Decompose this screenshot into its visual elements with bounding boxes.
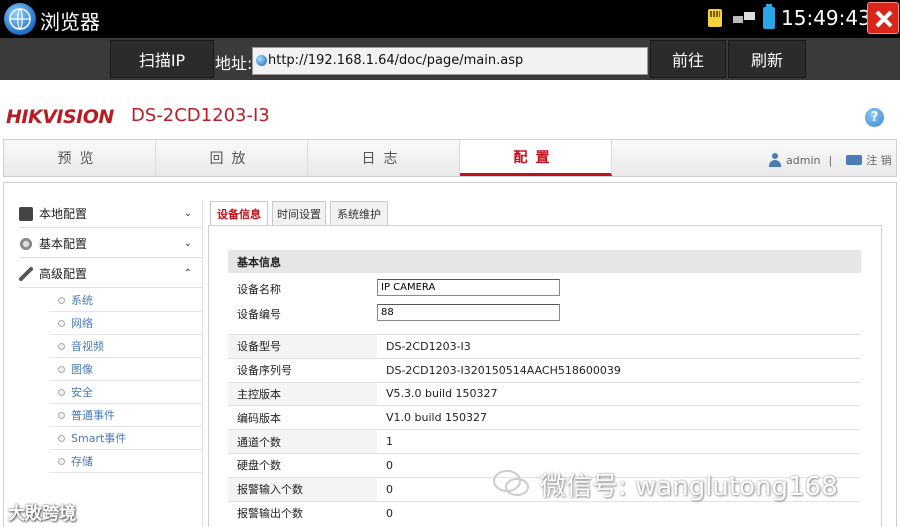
- url-text: http://192.168.1.64/doc/page/main.asp: [268, 53, 524, 68]
- brand-logo: HIKVISION: [6, 106, 114, 128]
- scan-ip-button[interactable]: 扫描IP: [110, 40, 214, 78]
- bullet-icon: [58, 434, 65, 442]
- row-value: 1: [377, 429, 861, 454]
- device-number-label: 设备编号: [237, 308, 281, 321]
- sidebar-item-network[interactable]: 网络: [50, 312, 202, 335]
- bullet-icon: [58, 296, 65, 304]
- bullet-icon: [58, 411, 65, 419]
- chevron-down-icon: ⌄: [183, 208, 192, 219]
- sidebar-group-label: 本地配置: [39, 207, 88, 221]
- main-nav: 预览 回放 日志 配置 admin | 注 销: [3, 139, 897, 177]
- device-name-label: 设备名称: [237, 283, 281, 296]
- sidebar-item-system[interactable]: 系统: [50, 289, 202, 312]
- row-value: V5.3.0 build 150327: [377, 381, 861, 406]
- bullet-icon: [58, 457, 65, 465]
- sidebar-group-basic[interactable]: 基本配置 ⌄: [19, 230, 202, 258]
- sidebar-item-events[interactable]: 普通事件: [50, 404, 202, 427]
- table-row: 主控版本 V5.3.0 build 150327: [228, 381, 861, 406]
- sidebar-item-image[interactable]: 图像: [50, 358, 202, 381]
- table-row: 通道个数 1: [228, 429, 861, 454]
- tab-config[interactable]: 配置: [460, 140, 612, 176]
- globe-icon: [256, 55, 267, 66]
- nav-separator: |: [828, 153, 833, 167]
- table-row: 报警输出个数 0: [228, 500, 861, 525]
- sidebar-item-label: 存储: [71, 455, 93, 468]
- sidebar-item-label: 普通事件: [71, 409, 115, 422]
- url-input[interactable]: http://192.168.1.64/doc/page/main.asp: [252, 47, 648, 75]
- sidebar-group-label: 基本配置: [39, 237, 88, 251]
- subtab-device-info[interactable]: 设备信息: [210, 201, 268, 225]
- sidebar-item-label: Smart事件: [71, 432, 127, 445]
- section-title: 基本信息: [228, 250, 861, 273]
- sidebar-item-audio-video[interactable]: 音视频: [50, 335, 202, 358]
- monitor-icon: [19, 206, 33, 221]
- sd-card-icon: [708, 9, 722, 27]
- help-icon[interactable]: ?: [865, 108, 884, 127]
- row-key: 通道个数: [228, 429, 377, 454]
- watermark-right: 微信号: wanglutong168: [540, 472, 838, 502]
- close-button[interactable]: [867, 2, 899, 34]
- sidebar-group-label: 高级配置: [39, 267, 88, 281]
- table-row: 编码版本 V1.0 build 150327: [228, 405, 861, 430]
- sidebar-group-local[interactable]: 本地配置 ⌄: [19, 200, 202, 228]
- table-row: 设备型号 DS-2CD1203-I3: [228, 334, 861, 359]
- tab-log[interactable]: 日志: [308, 140, 460, 176]
- clock: 15:49:43: [781, 6, 871, 30]
- go-button[interactable]: 前往: [650, 40, 726, 78]
- bullet-icon: [58, 365, 65, 373]
- sidebar-item-smart-events[interactable]: Smart事件: [50, 427, 202, 450]
- logout-icon[interactable]: [846, 155, 863, 165]
- row-value: V1.0 build 150327: [377, 405, 861, 430]
- row-key: 编码版本: [228, 405, 377, 430]
- username: admin: [786, 153, 821, 167]
- wechat-icon: [493, 470, 529, 496]
- sidebar-item-label: 图像: [71, 363, 93, 376]
- status-bar: 浏览器 15:49:43: [0, 0, 900, 38]
- network-icon: [733, 12, 755, 23]
- row-key: 报警输出个数: [228, 500, 377, 525]
- refresh-button[interactable]: 刷新: [728, 40, 806, 78]
- logout-link[interactable]: 注 销: [866, 152, 892, 168]
- row-key: 硬盘个数: [228, 452, 377, 478]
- browser-app-icon: [4, 3, 36, 35]
- device-number-input[interactable]: [377, 304, 560, 321]
- subtab-time-settings[interactable]: 时间设置: [272, 201, 326, 225]
- row-value: DS-2CD1203-I3: [377, 334, 861, 359]
- sidebar-item-storage[interactable]: 存储: [50, 450, 202, 473]
- tab-preview[interactable]: 预览: [4, 140, 156, 176]
- wrench-icon: [19, 266, 33, 281]
- row-value: 0: [377, 500, 861, 525]
- watermark-left: 大敗跨境: [8, 504, 76, 524]
- row-key: 设备型号: [228, 334, 377, 359]
- row-value: DS-2CD1203-I320150514AACH518600039: [377, 357, 861, 383]
- chevron-up-icon: ⌃: [183, 268, 192, 279]
- row-key: 设备序列号: [228, 357, 377, 383]
- bullet-icon: [58, 319, 65, 327]
- bullet-icon: [58, 342, 65, 350]
- device-model-title: DS-2CD1203-I3: [131, 105, 270, 126]
- device-name-input[interactable]: [377, 279, 560, 296]
- sidebar-item-label: 安全: [71, 386, 93, 399]
- tab-playback[interactable]: 回放: [156, 140, 308, 176]
- row-key: 主控版本: [228, 381, 377, 406]
- table-row: 设备序列号 DS-2CD1203-I320150514AACH518600039: [228, 357, 861, 383]
- app-title: 浏览器: [40, 10, 100, 34]
- chevron-down-icon: ⌄: [183, 238, 192, 249]
- bullet-icon: [58, 388, 65, 396]
- battery-icon: [763, 4, 775, 29]
- sidebar-group-advanced[interactable]: 高级配置 ⌃: [19, 260, 202, 288]
- user-icon: [768, 153, 782, 167]
- toolbar-spacer: [808, 38, 900, 80]
- address-label: 地址:: [215, 54, 253, 73]
- row-key: 报警输入个数: [228, 476, 377, 502]
- sidebar-item-label: 网络: [71, 317, 93, 330]
- settings-icon: [19, 236, 33, 251]
- user-area: admin | 注 销: [768, 152, 892, 168]
- sidebar-item-label: 音视频: [71, 340, 104, 353]
- sidebar-item-label: 系统: [71, 294, 93, 307]
- sidebar-item-security[interactable]: 安全: [50, 381, 202, 404]
- sidebar-divider: [202, 200, 203, 527]
- subtab-maintenance[interactable]: 系统维护: [330, 201, 388, 225]
